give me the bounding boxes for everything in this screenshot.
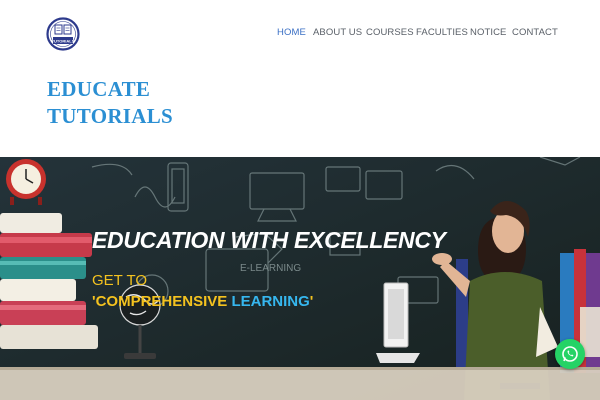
nav-about-us[interactable]: ABOUT US	[313, 27, 362, 38]
main-navigation: HOME ABOUT US COURSES FACULTIES NOTICE C…	[0, 27, 600, 41]
banner-headline: EDUCATION WITH EXCELLENCY	[92, 227, 446, 253]
chalk-text: E-LEARNING	[240, 263, 301, 274]
banner-illustration: E-LEARNING	[0, 157, 600, 400]
nav-home[interactable]: HOME	[277, 27, 306, 38]
brand-line-1: EDUCATE	[47, 77, 151, 101]
nav-contact[interactable]: CONTACT	[512, 27, 558, 38]
hero-banner: E-LEARNING EDUCATION WITH EXCELLENCY GET…	[0, 157, 600, 400]
tagline-word-learning: LEARNING	[231, 293, 310, 310]
banner-subline: GET TO	[92, 272, 148, 289]
brand-title[interactable]: EDUCATE TUTORIALS	[47, 76, 173, 130]
nav-courses[interactable]: COURSES	[366, 27, 414, 38]
whatsapp-button[interactable]	[555, 339, 585, 369]
tagline-word-comprehensive: COMPREHENSIVE	[95, 293, 228, 310]
nav-notice[interactable]: NOTICE	[470, 27, 507, 38]
banner-tagline: 'COMPREHENSIVE LEARNING'	[92, 293, 313, 310]
brand-line-2: TUTORIALS	[47, 104, 174, 128]
whatsapp-icon	[562, 346, 578, 362]
alarm-clock-icon	[6, 159, 46, 205]
nav-faculties[interactable]: FACULTIES	[416, 27, 468, 38]
tagline-quote-close: '	[309, 293, 314, 310]
site-header: TUTORIALS HOME ABOUT US COURSES FACULTIE…	[0, 0, 600, 157]
